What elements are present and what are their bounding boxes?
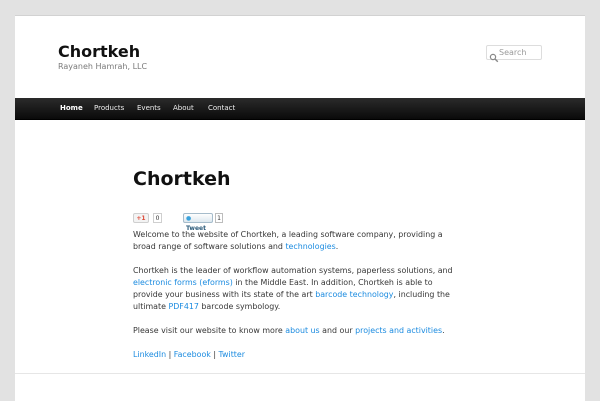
search-input[interactable]	[499, 46, 539, 59]
site-description: Rayaneh Hamrah, LLC	[58, 62, 148, 71]
site-title[interactable]: Chortkeh	[58, 42, 140, 61]
footer-divider	[15, 373, 585, 374]
intro-paragraph: Welcome to the website of Chortkeh, a le…	[133, 229, 463, 253]
social-separator: |	[166, 350, 174, 359]
page-title: Chortkeh	[133, 168, 231, 190]
nav-item-home[interactable]: Home	[60, 98, 83, 119]
leader-text-1: Chortkeh is the leader of workflow autom…	[133, 266, 453, 275]
pdf417-link[interactable]: PDF417	[168, 302, 198, 311]
main-nav: Home Products Events About Contact	[15, 98, 585, 120]
linkedin-link[interactable]: LinkedIn	[133, 350, 166, 359]
google-plus-count: 0	[153, 213, 162, 223]
nav-item-events[interactable]: Events	[137, 98, 161, 119]
facebook-link[interactable]: Facebook	[174, 350, 211, 359]
tweet-count: 1	[215, 213, 223, 223]
about-us-link[interactable]: about us	[285, 326, 319, 335]
twitter-link[interactable]: Twitter	[219, 350, 245, 359]
social-links: LinkedIn | Facebook | Twitter	[133, 349, 245, 361]
technologies-link[interactable]: technologies	[285, 242, 335, 251]
visit-text-1: Please visit our website to know more	[133, 326, 286, 335]
page-container: Chortkeh Rayaneh Hamrah, LLC Home Produc…	[15, 15, 585, 401]
electronic-forms-link[interactable]: electronic forms (eforms)	[133, 278, 233, 287]
projects-activities-link[interactable]: projects and activities	[355, 326, 442, 335]
nav-item-products[interactable]: Products	[94, 98, 124, 119]
tweet-button[interactable]: ● Tweet	[183, 213, 213, 232]
google-plus-button[interactable]: +1	[133, 213, 149, 223]
visit-paragraph: Please visit our website to know more ab…	[133, 325, 463, 337]
twitter-bird-icon: ●	[186, 215, 192, 222]
barcode-technology-link[interactable]: barcode technology	[315, 290, 393, 299]
intro-end: .	[335, 242, 339, 251]
leader-paragraph: Chortkeh is the leader of workflow autom…	[133, 265, 463, 313]
visit-end: .	[442, 326, 445, 335]
leader-text-4: barcode symbology.	[198, 302, 281, 311]
nav-item-contact[interactable]: Contact	[208, 98, 235, 119]
search-icon	[489, 48, 499, 63]
visit-text-2: and our	[319, 326, 356, 335]
social-separator: |	[210, 350, 219, 359]
search-box[interactable]	[486, 45, 542, 63]
nav-item-about[interactable]: About	[173, 98, 194, 119]
